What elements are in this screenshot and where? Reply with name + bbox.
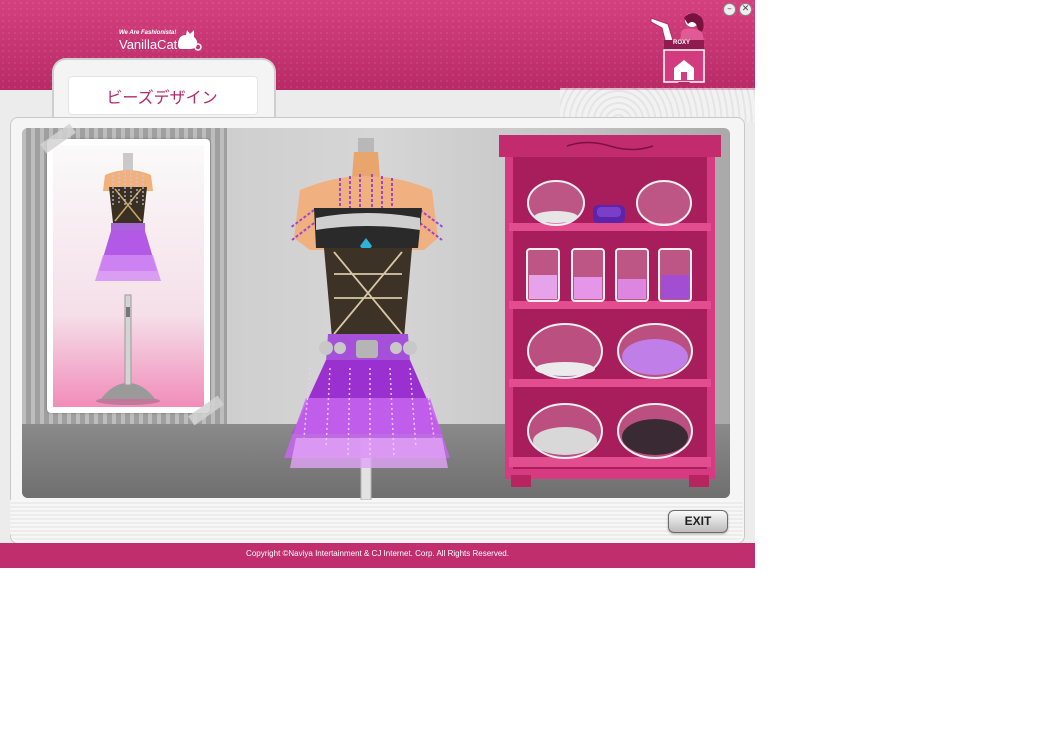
black-bead-bowl[interactable] <box>617 403 693 459</box>
close-button[interactable]: ✕ <box>739 3 752 16</box>
pink-bead-jar[interactable] <box>615 248 649 302</box>
close-icon: ✕ <box>741 4 750 14</box>
silver-bead-bowl[interactable] <box>527 403 603 459</box>
game-window: We Are Fashionista! VanillaCat – ✕ ROXY … <box>0 0 755 568</box>
main-mannequin[interactable] <box>270 138 470 500</box>
purple-bead-jar[interactable] <box>658 248 692 302</box>
exit-button[interactable]: EXIT <box>668 510 728 533</box>
purple-cushion[interactable] <box>593 205 625 223</box>
bead-shelf <box>499 135 721 487</box>
minimize-icon: – <box>727 4 732 14</box>
white-pearl-bowl[interactable] <box>527 323 603 379</box>
minimize-button[interactable]: – <box>723 3 736 16</box>
brand-logo[interactable]: VanillaCat <box>119 37 177 52</box>
pink-bead-jar[interactable] <box>571 248 605 302</box>
bottom-strip <box>10 500 743 540</box>
pink-bead-jar[interactable] <box>526 248 560 302</box>
cat-icon <box>178 30 202 51</box>
empty-bowl[interactable] <box>636 180 692 226</box>
copyright-text: Copyright ©Naviya Intertainment & CJ Int… <box>246 549 509 558</box>
preview-dress <box>95 153 161 405</box>
page-title: ビーズデザイン <box>106 88 218 107</box>
roxy-shop-label: ROXY <box>673 40 691 46</box>
white-pearl-bowl[interactable] <box>527 180 585 226</box>
brand-tagline: We Are Fashionista! <box>119 30 177 36</box>
lavender-bead-bowl[interactable] <box>617 323 693 379</box>
